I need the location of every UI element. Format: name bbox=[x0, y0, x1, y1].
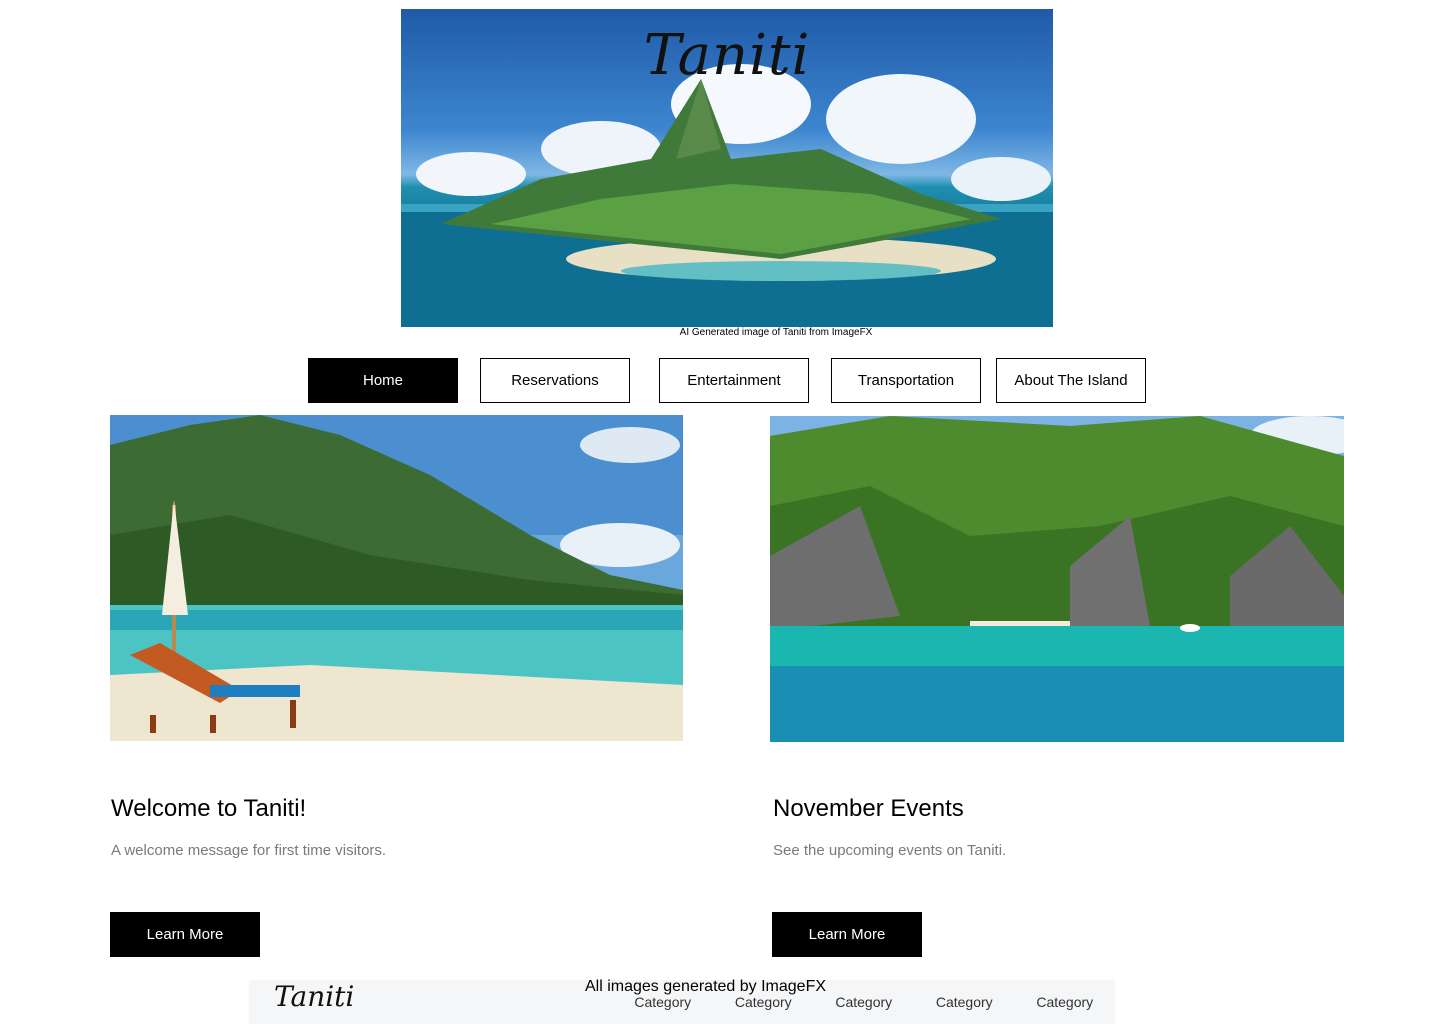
hero-logo: Taniti bbox=[643, 23, 811, 88]
lagoon-image bbox=[770, 416, 1344, 742]
footer: Taniti All images generated by ImageFX C… bbox=[249, 978, 1116, 1024]
nav-home-button[interactable]: Home bbox=[308, 358, 458, 403]
nav-transportation-button[interactable]: Transportation bbox=[831, 358, 981, 403]
hero-caption: AI Generated image of Taniti from ImageF… bbox=[679, 327, 873, 338]
nav-about-button[interactable]: About The Island bbox=[996, 358, 1146, 403]
footer-category-link[interactable]: Category bbox=[814, 994, 915, 1010]
welcome-title: Welcome to Taniti! bbox=[111, 795, 307, 822]
events-title: November Events bbox=[773, 795, 964, 822]
footer-logo[interactable]: Taniti bbox=[274, 980, 354, 1013]
footer-category-link[interactable]: Category bbox=[1015, 994, 1116, 1010]
footer-category-link[interactable]: Category bbox=[914, 994, 1015, 1010]
page: Taniti AI Generated image of Taniti from… bbox=[0, 0, 1440, 1024]
hero-image: Taniti bbox=[401, 9, 1053, 327]
welcome-learn-more-button[interactable]: Learn More bbox=[110, 912, 260, 957]
footer-category-links: Category Category Category Category Cate… bbox=[613, 994, 1116, 1010]
footer-category-link[interactable]: Category bbox=[613, 994, 714, 1010]
events-description: See the upcoming events on Taniti. bbox=[773, 842, 1007, 859]
nav-reservations-button[interactable]: Reservations bbox=[480, 358, 630, 403]
beach-image bbox=[110, 415, 683, 741]
events-learn-more-button[interactable]: Learn More bbox=[772, 912, 922, 957]
welcome-description: A welcome message for first time visitor… bbox=[111, 842, 387, 859]
footer-category-link[interactable]: Category bbox=[713, 994, 814, 1010]
nav-entertainment-button[interactable]: Entertainment bbox=[659, 358, 809, 403]
